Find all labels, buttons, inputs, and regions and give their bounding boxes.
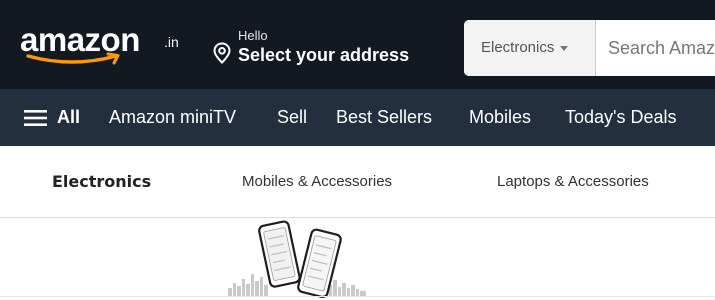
top-navigation-bar: amazon .in Hello Select your address Ele… bbox=[0, 0, 715, 89]
nav-link-mobiles[interactable]: Mobiles bbox=[469, 89, 531, 146]
promo-banner[interactable] bbox=[0, 219, 715, 300]
category-link-mobiles-accessories[interactable]: Mobiles & Accessories bbox=[242, 146, 392, 218]
all-menu-button[interactable]: All bbox=[24, 89, 80, 146]
category-navigation-bar: Electronics Mobiles & Accessories Laptop… bbox=[0, 146, 715, 218]
search-category-label: Electronics bbox=[481, 39, 555, 56]
all-menu-label: All bbox=[57, 107, 81, 127]
search-input[interactable] bbox=[597, 20, 715, 76]
divider bbox=[0, 296, 715, 297]
greeting-text: Hello bbox=[238, 28, 268, 43]
select-address-label: Select your address bbox=[238, 45, 410, 65]
nav-link-todays-deals[interactable]: Today's Deals bbox=[565, 89, 677, 146]
category-link-laptops-accessories[interactable]: Laptops & Accessories bbox=[497, 146, 649, 218]
secondary-navigation-bar: All Amazon miniTV Sell Best Sellers Mobi… bbox=[0, 89, 715, 146]
location-pin-icon bbox=[213, 42, 231, 64]
nav-link-sell[interactable]: Sell bbox=[277, 89, 307, 146]
nav-link-amazon-minitv[interactable]: Amazon miniTV bbox=[109, 89, 236, 146]
nav-link-best-sellers[interactable]: Best Sellers bbox=[336, 89, 432, 146]
category-title-electronics[interactable]: Electronics bbox=[52, 146, 151, 218]
smartphones-illustration bbox=[228, 220, 366, 299]
logo-domain: .in bbox=[164, 34, 179, 50]
hamburger-menu-icon bbox=[24, 110, 47, 126]
logo-smile-icon bbox=[26, 52, 120, 65]
search-category-dropdown[interactable]: Electronics bbox=[464, 20, 596, 76]
search-bar: Electronics bbox=[464, 20, 715, 76]
dropdown-caret-icon bbox=[560, 45, 569, 51]
amazon-logo[interactable]: amazon .in bbox=[20, 20, 179, 72]
